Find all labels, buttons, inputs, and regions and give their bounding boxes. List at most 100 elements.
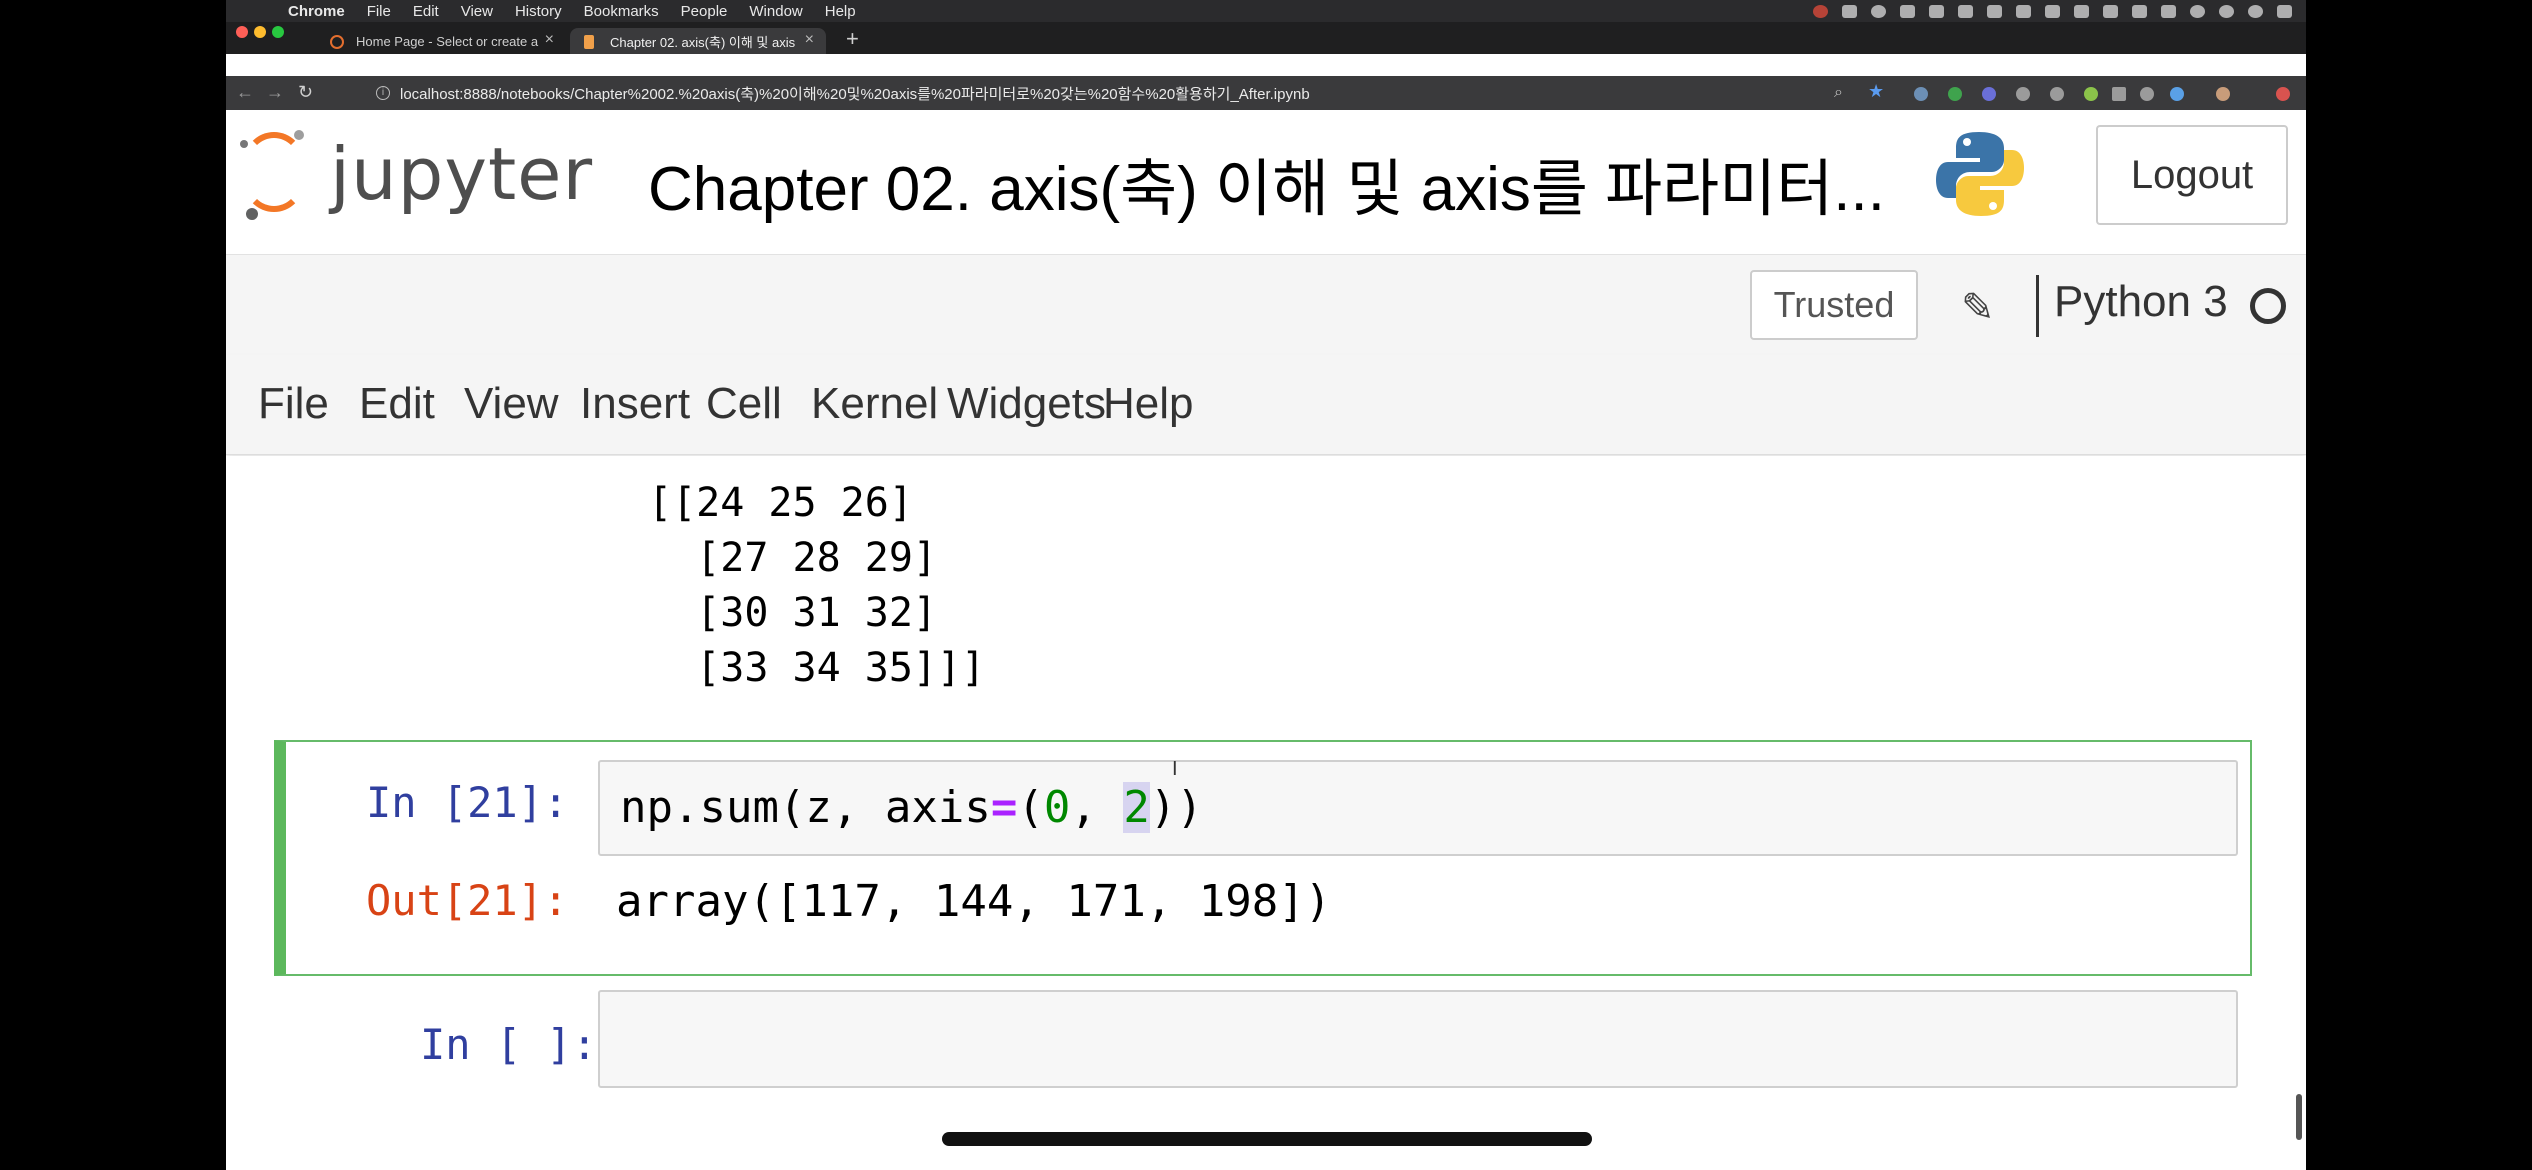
airplay-icon[interactable] (2045, 4, 2060, 18)
new-tab-icon[interactable]: + (846, 26, 859, 52)
app-tray-icon[interactable] (1842, 4, 1857, 18)
scrollbar-thumb[interactable] (2296, 1094, 2302, 1140)
menu-file[interactable]: File (258, 379, 329, 429)
address-bar: ← → ↻ i localhost:8888/notebooks/Chapter… (226, 76, 2306, 110)
kernel-idle-icon (2250, 288, 2286, 324)
spotlight-icon[interactable] (2219, 4, 2234, 18)
code-input-area[interactable] (598, 990, 2238, 1088)
logo-dot-icon (294, 130, 304, 140)
logo-arc-icon (244, 152, 304, 212)
window-icon[interactable] (1958, 4, 1973, 18)
notebook-favicon-icon (584, 35, 594, 49)
notification-center-icon[interactable] (2277, 4, 2292, 18)
menu-widgets[interactable]: Widgets (947, 379, 1106, 429)
tab-close-icon[interactable]: × (805, 31, 814, 49)
clock-icon[interactable] (2190, 4, 2205, 18)
menu-cell[interactable]: Cell (706, 379, 782, 429)
mac-menu-edit[interactable]: Edit (413, 3, 439, 20)
wifi-icon[interactable] (2074, 4, 2089, 18)
kernel-indicator-row: Trusted ✎ Python 3 (226, 255, 2306, 355)
previous-cell-output: [[24 25 26] [27 28 29] [30 31 32] [33 34… (648, 480, 986, 691)
logout-button[interactable]: Logout (2096, 125, 2288, 225)
eject-icon[interactable] (2103, 4, 2118, 18)
site-info-icon[interactable]: i (376, 86, 390, 100)
out-prompt: Out[21]: (366, 876, 569, 925)
trusted-indicator[interactable]: Trusted (1750, 270, 1918, 340)
code-input-area[interactable]: np.sum(z, axis=(0, 2)) (598, 760, 2238, 856)
url-field[interactable]: i localhost:8888/notebooks/Chapter%2002.… (376, 80, 1310, 106)
menu-insert[interactable]: Insert (580, 379, 690, 429)
forward-icon[interactable]: → (266, 82, 284, 103)
python-logo-icon (1936, 132, 2024, 216)
sync-icon[interactable] (1871, 4, 1886, 18)
tab-close-icon[interactable]: × (545, 31, 554, 49)
zoom-icon[interactable]: ⌕ (1834, 84, 1843, 102)
back-icon[interactable]: ← (236, 82, 254, 103)
logo-dot-icon (246, 208, 258, 220)
reload-icon[interactable]: ↻ (298, 82, 313, 103)
tab-chapter-02[interactable]: Chapter 02. axis(축) 이해 및 axis × (570, 28, 826, 54)
status-tray (1813, 0, 2292, 22)
kernel-name: Python 3 (2054, 277, 2228, 326)
notebook-title[interactable]: Chapter 02. axis(축) 이해 및 axis를 파라미터... (648, 138, 1885, 228)
jupyter-favicon-icon (330, 35, 344, 49)
mac-menu-history[interactable]: History (515, 3, 562, 20)
home-indicator (942, 1132, 1592, 1146)
mac-menu-view[interactable]: View (461, 3, 493, 20)
jupyter-header: jupyter Chapter 02. axis(축) 이해 및 axis를 파… (226, 110, 2306, 255)
menu-kernel[interactable]: Kernel (811, 379, 938, 429)
notebook-area: [[24 25 26] [27 28 29] [30 31 32] [33 34… (226, 456, 2306, 1170)
flag-icon[interactable] (2161, 4, 2176, 18)
volume-icon[interactable] (2132, 4, 2147, 18)
tab-bar: Home Page - Select or create a × Chapter… (226, 22, 2306, 54)
mac-menu-app[interactable]: Chrome (288, 3, 345, 20)
edit-pencil-icon[interactable]: ✎ (1961, 285, 1995, 331)
mac-menu-help[interactable]: Help (825, 3, 856, 20)
extension-icon[interactable] (1982, 87, 1996, 101)
extension-icon[interactable] (2050, 87, 2064, 101)
extension-icon[interactable] (2084, 87, 2098, 101)
code-token: )) (1149, 782, 1203, 833)
react-devtools-icon[interactable] (2016, 87, 2030, 101)
divider (2036, 275, 2039, 337)
bookmark-star-icon[interactable]: ★ (1868, 81, 1884, 102)
record-icon[interactable] (1813, 4, 1828, 18)
code-cell-empty[interactable]: In [ ]: (274, 990, 2252, 1100)
mac-menu-bar: Chrome File Edit View History Bookmarks … (226, 0, 2306, 22)
siri-icon[interactable] (2248, 4, 2263, 18)
network-icon[interactable] (1987, 4, 2002, 18)
close-window-icon[interactable] (236, 26, 248, 38)
cloud-extension-icon[interactable] (2170, 87, 2184, 101)
tab-home-page[interactable]: Home Page - Select or create a × (316, 28, 566, 54)
keyboard-icon[interactable] (2016, 4, 2031, 18)
extension-icon[interactable] (1914, 87, 1928, 101)
bookmark-tray-icon[interactable] (1929, 4, 1944, 18)
mac-menu-window[interactable]: Window (749, 3, 802, 20)
mac-menu-file[interactable]: File (367, 3, 391, 20)
code-cell-selected[interactable]: In [21]: np.sum(z, axis=(0, 2)) Out[21]:… (274, 740, 2252, 976)
logo-dot-icon (240, 140, 248, 148)
update-icon[interactable] (2276, 87, 2290, 101)
url-text: localhost:8888/notebooks/Chapter%2002.%2… (400, 85, 1310, 103)
in-prompt: In [ ]: (420, 1020, 598, 1069)
profile-avatar[interactable] (2216, 87, 2230, 101)
extension-icon[interactable] (2140, 87, 2154, 101)
mac-menu-people[interactable]: People (681, 3, 728, 20)
cell-output: array([117, 144, 171, 198]) (616, 876, 1332, 927)
text-cursor-icon: I (1172, 758, 1178, 780)
tab-title: Home Page - Select or create a (356, 33, 539, 49)
zoom-window-icon[interactable] (272, 26, 284, 38)
menu-help[interactable]: Help (1103, 379, 1194, 429)
extension-icon[interactable] (2112, 87, 2126, 101)
code-token: np.sum(z, axis (620, 782, 991, 833)
logo-text: jupyter (330, 132, 594, 216)
menu-edit[interactable]: Edit (359, 379, 435, 429)
menu-view[interactable]: View (464, 379, 559, 429)
grammarly-icon[interactable] (1948, 87, 1962, 101)
minimize-window-icon[interactable] (254, 26, 266, 38)
screen: Chrome File Edit View History Bookmarks … (226, 0, 2306, 1170)
in-prompt: In [21]: (366, 778, 569, 827)
cloud-icon[interactable] (1900, 4, 1915, 18)
mac-menu-bookmarks[interactable]: Bookmarks (584, 3, 659, 20)
notebook-menubar: File Edit View Insert Cell Kernel Widget… (226, 355, 2306, 455)
